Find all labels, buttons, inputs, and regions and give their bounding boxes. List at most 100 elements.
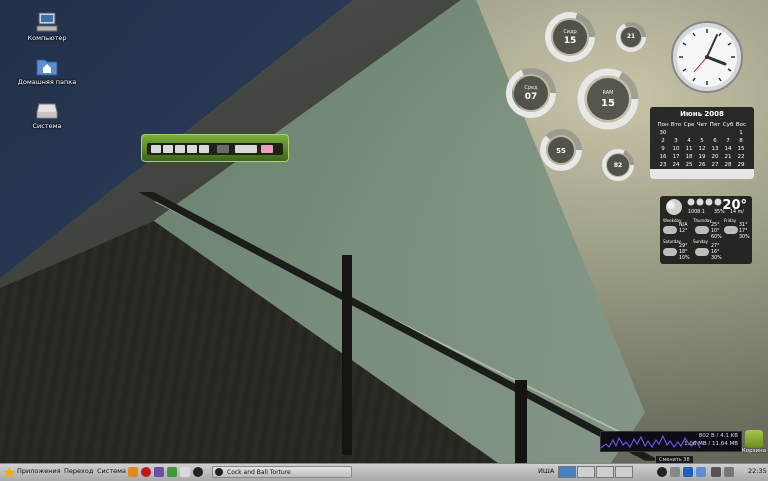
- tray-icon[interactable]: [670, 467, 680, 477]
- day[interactable]: 24: [670, 161, 683, 169]
- day-low: 12°: [679, 229, 688, 234]
- day[interactable]: 3: [670, 137, 683, 145]
- cloud-icon: [695, 226, 709, 234]
- day[interactable]: 7: [722, 137, 735, 145]
- player-tray-icon[interactable]: [657, 467, 667, 477]
- day[interactable]: 12: [696, 145, 709, 153]
- window-app-icon: [215, 468, 223, 476]
- calendar-week: 16 17 18 19 20 21 22: [657, 153, 748, 161]
- day[interactable]: 17: [670, 153, 683, 161]
- desktop-icon-system[interactable]: Система: [12, 100, 82, 130]
- desktop-wallpaper: [0, 0, 768, 480]
- taskbar-window-button[interactable]: Cock and Ball Torture: [212, 466, 352, 478]
- day[interactable]: [683, 129, 696, 137]
- bluetooth-icon[interactable]: [683, 467, 693, 477]
- day[interactable]: 14: [722, 145, 735, 153]
- day[interactable]: 6: [709, 137, 722, 145]
- day[interactable]: 23: [657, 161, 670, 169]
- weekday: Чет: [696, 122, 708, 128]
- day[interactable]: 18: [683, 153, 696, 161]
- network-tray-icon[interactable]: [696, 467, 706, 477]
- desktop-icon-home[interactable]: Домашняя папка: [12, 56, 82, 86]
- day[interactable]: 22: [735, 153, 748, 161]
- battery-icon[interactable]: [711, 467, 721, 477]
- day[interactable]: 21: [722, 153, 735, 161]
- disc-icon[interactable]: [193, 467, 203, 477]
- day[interactable]: 9: [657, 145, 670, 153]
- trash-desktop-icon[interactable]: Корзина: [740, 430, 768, 454]
- day-high: 31°: [739, 223, 748, 228]
- day-name: Friday: [724, 218, 737, 223]
- day[interactable]: 28: [722, 161, 735, 169]
- star-menu-icon[interactable]: [4, 467, 15, 478]
- day[interactable]: 4: [683, 137, 696, 145]
- workspace-1[interactable]: [558, 466, 576, 478]
- media-player-widget[interactable]: [141, 134, 289, 162]
- humidity-value: 35%: [714, 210, 725, 215]
- play-button[interactable]: [163, 145, 173, 153]
- media-icon[interactable]: [180, 467, 190, 477]
- firefox-icon[interactable]: [128, 467, 138, 477]
- weekday: Сре: [683, 122, 695, 128]
- day-high: 29°: [679, 244, 688, 249]
- day[interactable]: 30: [657, 129, 670, 137]
- day[interactable]: [709, 129, 722, 137]
- day[interactable]: 25: [683, 161, 696, 169]
- analog-clock-widget: [670, 20, 744, 94]
- day[interactable]: 27: [709, 161, 722, 169]
- next-button[interactable]: [199, 145, 209, 153]
- workspace-4[interactable]: [615, 466, 633, 478]
- day[interactable]: [670, 129, 683, 137]
- prev-button[interactable]: [151, 145, 161, 153]
- menu-system[interactable]: Система: [97, 467, 126, 475]
- editor-icon[interactable]: [167, 467, 177, 477]
- day[interactable]: 16: [657, 153, 670, 161]
- trash-label: Корзина: [741, 448, 767, 454]
- gauge-value: 07: [524, 92, 538, 102]
- day[interactable]: 8: [735, 137, 748, 145]
- day[interactable]: 10: [670, 145, 683, 153]
- wind-value: 14 m/: [730, 210, 744, 215]
- day[interactable]: 20: [709, 153, 722, 161]
- day[interactable]: 26: [696, 161, 709, 169]
- calendar-week: 30 1: [657, 129, 748, 137]
- day[interactable]: 15: [735, 145, 748, 153]
- gauge-label: Сред: [524, 85, 538, 91]
- day[interactable]: [696, 129, 709, 137]
- day[interactable]: 5: [696, 137, 709, 145]
- panel-clock[interactable]: 22:35: [748, 467, 767, 475]
- day-low: 18°: [679, 250, 688, 255]
- menu-places[interactable]: Переход: [64, 467, 93, 475]
- eject-button[interactable]: [217, 145, 229, 153]
- day[interactable]: 1: [735, 129, 748, 137]
- weekday: Суб: [722, 122, 734, 128]
- volume-icon[interactable]: [724, 467, 734, 477]
- cpu-gauge-1: Сидр 15: [543, 10, 597, 64]
- volume-slider[interactable]: [235, 145, 257, 153]
- workspace-3[interactable]: [596, 466, 614, 478]
- gauge-value: 15: [601, 98, 615, 109]
- desktop-icon-computer[interactable]: Компьютер: [12, 12, 82, 42]
- pause-button[interactable]: [175, 145, 185, 153]
- desktop-icon-label: Система: [32, 122, 62, 130]
- day[interactable]: 19: [696, 153, 709, 161]
- day[interactable]: 11: [683, 145, 696, 153]
- menu-applications[interactable]: Приложения: [17, 467, 61, 475]
- cpu-gauge-5: 55: [538, 127, 584, 173]
- day[interactable]: 13: [709, 145, 722, 153]
- opera-icon[interactable]: [141, 467, 151, 477]
- gauge-value: 15: [563, 36, 577, 46]
- cloud-icon: [663, 248, 677, 256]
- stop-button[interactable]: [187, 145, 197, 153]
- calendar-footer: [650, 169, 754, 179]
- network-monitor-widget: 802 B / 4.1 KB 1.06 MB / 11.64 MB: [600, 431, 742, 452]
- day[interactable]: 2: [657, 137, 670, 145]
- day[interactable]: [722, 129, 735, 137]
- calendar-weekdays: Пон Вто Сре Чет Пят Суб Вос: [657, 121, 748, 129]
- day-name: Sunday: [693, 239, 708, 244]
- messenger-icon[interactable]: [154, 467, 164, 477]
- cloud-icon: [724, 226, 738, 234]
- day[interactable]: 29: [735, 161, 748, 169]
- workspace-2[interactable]: [577, 466, 595, 478]
- shuffle-button[interactable]: [261, 145, 273, 153]
